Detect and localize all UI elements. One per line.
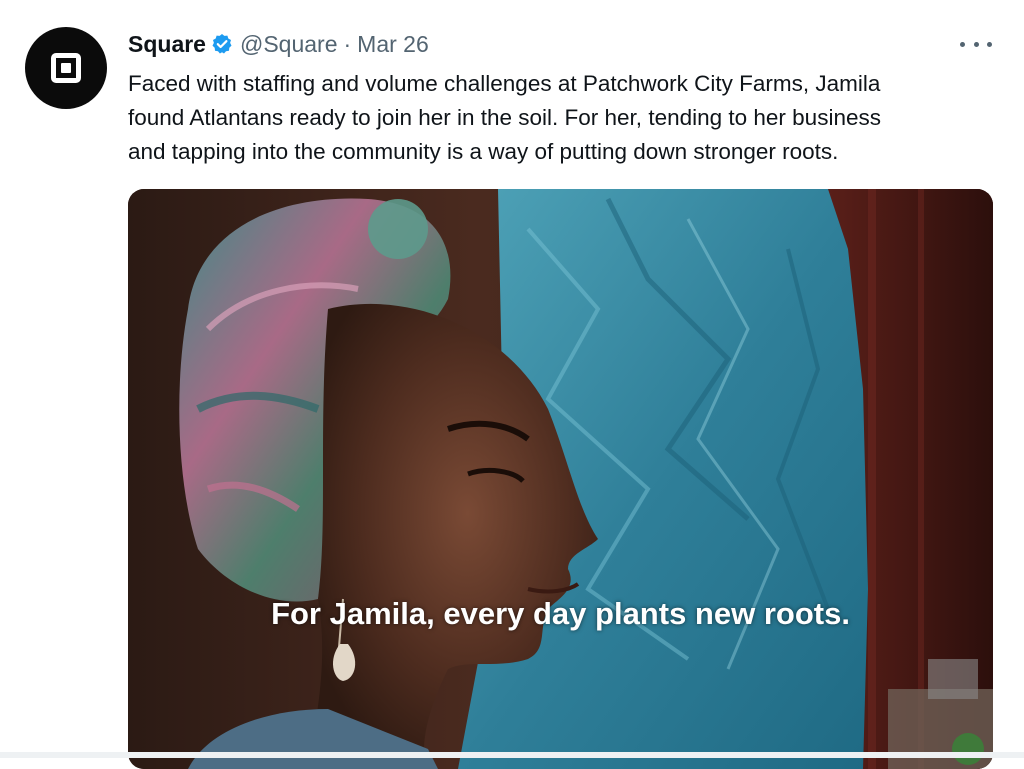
square-logo-center [61, 63, 71, 73]
handle[interactable]: @Square [240, 31, 338, 58]
tweet-text-line: and tapping into the community is a way … [128, 139, 839, 164]
timestamp[interactable]: Mar 26 [357, 31, 429, 58]
more-dot [987, 41, 992, 47]
video-player[interactable]: For Jamila, every day plants new roots. [128, 189, 993, 769]
display-name[interactable]: Square [128, 31, 206, 58]
divider [0, 752, 1024, 758]
separator-dot: · [343, 30, 352, 57]
tweet[interactable]: Square @Square · Mar 26 Faced with staff… [0, 0, 1024, 769]
more-options-icon[interactable] [960, 37, 992, 51]
tweet-text: Faced with staffing and volume challenge… [128, 67, 1008, 169]
video-caption: For Jamila, every day plants new roots. [271, 596, 850, 631]
more-dot [960, 41, 965, 47]
tweet-text-line: Faced with staffing and volume challenge… [128, 71, 881, 96]
more-dot [973, 41, 979, 47]
tweet-header: Square @Square · Mar 26 [128, 30, 429, 58]
avatar[interactable] [25, 27, 107, 109]
video-frame-image [128, 189, 993, 769]
tweet-text-line: found Atlantans ready to join her in the… [128, 105, 881, 130]
verified-badge-icon [211, 33, 233, 55]
